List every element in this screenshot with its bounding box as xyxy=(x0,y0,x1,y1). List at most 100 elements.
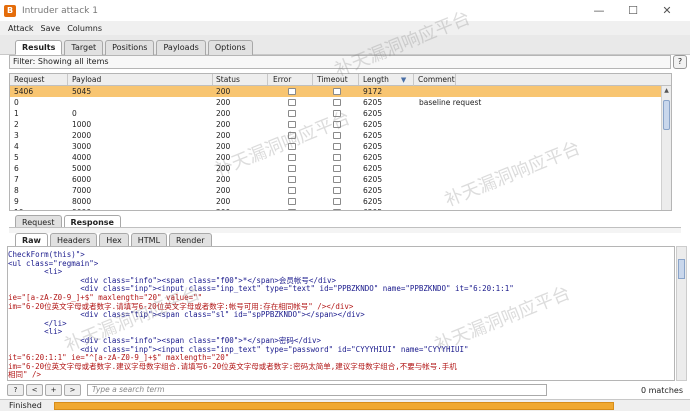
checkbox-icon xyxy=(333,88,341,95)
cell-payload: 2000 xyxy=(72,131,92,140)
table-row[interactable]: 6 5000 200 6205 xyxy=(10,163,671,174)
checkbox-icon xyxy=(333,165,341,172)
tab-options[interactable]: Options xyxy=(207,40,253,55)
cell-length: 6205 xyxy=(363,98,383,107)
search-help-button[interactable]: ? xyxy=(7,384,24,396)
menu-attack[interactable]: Attack xyxy=(8,24,34,33)
col-payload[interactable]: Payload xyxy=(68,74,213,85)
cell-length: 6205 xyxy=(363,197,383,206)
checkbox-icon xyxy=(288,165,296,172)
col-error[interactable]: Error xyxy=(268,74,313,85)
tab-payloads[interactable]: Payloads xyxy=(156,40,206,55)
tab-positions[interactable]: Positions xyxy=(105,40,155,55)
sort-desc-icon: ▼ xyxy=(400,76,407,84)
cell-request: 7 xyxy=(14,175,19,184)
maximize-button[interactable]: ☐ xyxy=(616,0,650,21)
cell-payload: 5000 xyxy=(72,164,92,173)
checkbox-icon xyxy=(288,99,296,106)
checkbox-icon xyxy=(333,143,341,150)
code-line: im="6-20位英文字母或者数字.建议字母数字组合.请填写6-20位英文字母或… xyxy=(8,361,457,371)
cell-length: 6205 xyxy=(363,164,383,173)
scroll-thumb[interactable] xyxy=(663,100,670,130)
results-scrollbar[interactable]: ▲ xyxy=(661,86,671,210)
cell-request: 4 xyxy=(14,142,19,151)
cell-length: 6205 xyxy=(363,186,383,195)
cell-length: 6205 xyxy=(363,175,383,184)
cell-status: 200 xyxy=(216,164,231,173)
checkbox-icon xyxy=(288,198,296,205)
cell-status: 200 xyxy=(216,186,231,195)
menu-bar: Attack Save Columns xyxy=(0,21,690,35)
table-row[interactable]: 1 0 200 6205 xyxy=(10,108,671,119)
cell-length: 6205 xyxy=(363,207,382,210)
filter-bar[interactable]: Filter: Showing all items xyxy=(9,55,671,69)
cell-status: 200 xyxy=(216,197,231,206)
cell-status: 200 xyxy=(216,98,231,107)
tab-target[interactable]: Target xyxy=(64,40,104,55)
content-scrollbar[interactable] xyxy=(676,246,687,381)
checkbox-icon xyxy=(288,154,296,161)
table-row[interactable]: 8 7000 200 6205 xyxy=(10,185,671,196)
cell-payload: 6000 xyxy=(72,175,92,184)
cell-request: 0 xyxy=(14,98,19,107)
checkbox-icon xyxy=(333,209,341,210)
scroll-up-icon[interactable]: ▲ xyxy=(662,86,671,95)
cell-payload: 8000 xyxy=(72,197,92,206)
cell-payload: 9000 xyxy=(72,207,91,210)
close-button[interactable]: ✕ xyxy=(650,0,684,21)
cell-status: 200 xyxy=(216,142,231,151)
table-row[interactable]: 2 1000 200 6205 xyxy=(10,119,671,130)
minimize-button[interactable]: — xyxy=(582,0,616,21)
search-prev-button[interactable]: < xyxy=(26,384,43,396)
burp-app-icon: B xyxy=(4,4,16,17)
cell-request: 6 xyxy=(14,164,19,173)
col-request[interactable]: Request xyxy=(10,74,68,85)
checkbox-icon xyxy=(333,99,341,106)
table-row[interactable]: 5 4000 200 6205 xyxy=(10,152,671,163)
search-add-button[interactable]: + xyxy=(45,384,62,396)
main-tab-bar: Results Target Positions Payloads Option… xyxy=(0,35,690,55)
cell-payload: 0 xyxy=(72,109,77,118)
cell-status: 200 xyxy=(216,131,231,140)
menu-save[interactable]: Save xyxy=(41,24,61,33)
table-row[interactable]: 10 9000 200 6205 xyxy=(10,207,671,210)
cell-length: 6205 xyxy=(363,109,383,118)
cell-status: 200 xyxy=(216,87,231,96)
col-length-label: Length xyxy=(363,75,389,84)
table-body: 5406 5045 200 9172 0 200 6205 baseline request 1… xyxy=(10,86,671,210)
response-content[interactable]: CheckForm(this)"> <ul class="regmain"> <l… xyxy=(7,246,675,381)
cell-length: 6205 xyxy=(363,153,383,162)
cell-payload: 4000 xyxy=(72,153,92,162)
content-scroll-thumb[interactable] xyxy=(678,259,685,279)
cell-request: 5406 xyxy=(14,87,34,96)
table-row[interactable]: 9 8000 200 6205 xyxy=(10,196,671,207)
col-comment[interactable]: Comment xyxy=(414,74,456,85)
search-input[interactable]: Type a search term xyxy=(87,384,547,396)
cell-status: 200 xyxy=(216,175,231,184)
cell-request: 2 xyxy=(14,120,19,129)
cell-length: 6205 xyxy=(363,120,383,129)
table-row[interactable]: 5406 5045 200 9172 xyxy=(10,86,671,97)
help-button[interactable]: ? xyxy=(673,55,687,69)
cell-length: 6205 xyxy=(363,142,383,151)
search-next-button[interactable]: > xyxy=(64,384,81,396)
cell-payload: 1000 xyxy=(72,120,92,129)
cell-length: 9172 xyxy=(363,87,383,96)
cell-comment: baseline request xyxy=(419,98,482,107)
col-timeout[interactable]: Timeout xyxy=(313,74,359,85)
table-row[interactable]: 7 6000 200 6205 xyxy=(10,174,671,185)
col-length[interactable]: Length ▼ xyxy=(359,74,414,86)
table-row[interactable]: 0 200 6205 baseline request xyxy=(10,97,671,108)
tab-results[interactable]: Results xyxy=(15,40,63,55)
table-row[interactable]: 4 3000 200 6205 xyxy=(10,141,671,152)
cell-status: 200 xyxy=(216,207,230,210)
title-bar: B Intruder attack 1 — ☐ ✕ xyxy=(0,0,690,21)
menu-columns[interactable]: Columns xyxy=(67,24,102,33)
checkbox-icon xyxy=(288,209,296,210)
cell-status: 200 xyxy=(216,153,231,162)
table-row[interactable]: 3 2000 200 6205 xyxy=(10,130,671,141)
progress-bar xyxy=(54,402,614,410)
col-status[interactable]: Status xyxy=(213,74,268,85)
cell-request: 10 xyxy=(14,207,24,210)
cell-request: 1 xyxy=(14,109,19,118)
